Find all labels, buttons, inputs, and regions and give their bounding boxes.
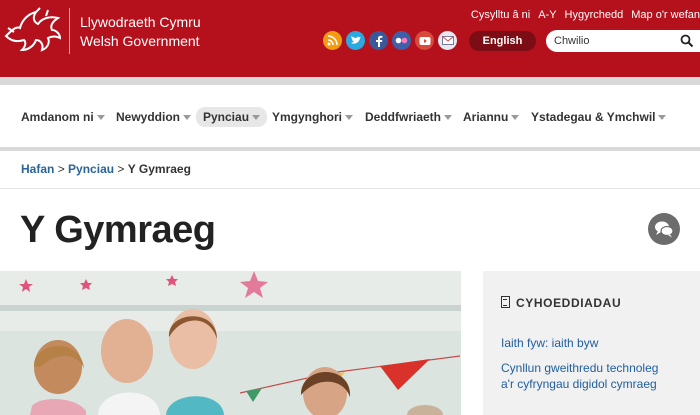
hero-photo <box>0 271 461 415</box>
nav-item-news[interactable]: Newyddion <box>116 107 192 127</box>
accessibility-link[interactable]: Hygyrchedd <box>565 9 624 21</box>
chevron-down-icon <box>96 115 105 121</box>
nav-item-label: Ymgynghori <box>272 110 343 124</box>
a-z-link[interactable]: A-Y <box>538 9 556 21</box>
site-header: Llywodraeth Cymru Welsh Government Cysyl… <box>0 0 700 77</box>
rss-icon[interactable] <box>323 31 342 50</box>
search-icon[interactable] <box>680 34 694 48</box>
publications-heading-label: CYHOEDDIADAU <box>516 296 622 310</box>
publication-link-label: Cynllun gweithredu technoleg <box>501 361 659 375</box>
nav-item-consultations[interactable]: Ymgynghori <box>272 107 354 127</box>
breadcrumb-topics-link[interactable]: Pynciau <box>68 162 114 176</box>
youtube-icon[interactable] <box>415 31 434 50</box>
header-divider <box>0 77 700 85</box>
publication-link[interactable]: Iaith fyw: iaith byw <box>501 335 598 351</box>
chevron-down-icon <box>658 115 667 121</box>
family-photo-image <box>0 271 461 415</box>
facebook-icon[interactable] <box>369 31 388 50</box>
logo-english-name[interactable]: Welsh Government <box>80 33 200 49</box>
nav-item-label: Pynciau <box>203 110 250 124</box>
breadcrumb-separator: > <box>117 162 125 176</box>
logo-welsh-name[interactable]: Llywodraeth Cymru <box>80 14 201 30</box>
chevron-down-icon <box>511 115 520 121</box>
main-navigation: Amdanom ni Newyddion Pynciau Ymgynghori … <box>0 85 700 147</box>
logo-divider <box>69 8 70 54</box>
publication-link-label: a'r cyfryngau digidol cymraeg <box>501 377 657 391</box>
search-box <box>546 30 700 52</box>
nav-item-label: Amdanom ni <box>21 110 94 124</box>
nav-item-topics[interactable]: Pynciau <box>196 107 268 127</box>
twitter-icon[interactable] <box>346 31 365 50</box>
nav-item-label: Newyddion <box>116 110 181 124</box>
nav-divider <box>0 147 700 151</box>
nav-item-label: Ariannu <box>463 110 509 124</box>
social-links <box>323 31 461 50</box>
search-input[interactable] <box>554 33 674 49</box>
publication-link[interactable]: Cynllun gweithredu technoleg a'r cyfryng… <box>501 360 658 392</box>
chevron-down-icon <box>444 115 453 121</box>
chevron-down-icon <box>252 115 261 121</box>
breadcrumb-separator: > <box>57 162 65 176</box>
chevron-down-icon <box>183 115 192 121</box>
language-toggle-button[interactable]: English <box>469 31 536 51</box>
breadcrumb-divider <box>0 188 700 189</box>
nav-item-about[interactable]: Amdanom ni <box>21 107 105 127</box>
flickr-icon[interactable] <box>392 31 411 50</box>
publication-link-label: Iaith fyw: iaith byw <box>501 336 599 350</box>
welsh-dragon-logo-icon[interactable] <box>2 6 64 56</box>
breadcrumb-home-link[interactable]: Hafan <box>21 162 54 176</box>
nav-item-label: Ystadegau & Ymchwil <box>531 110 656 124</box>
breadcrumb: Hafan > Pynciau > Y Gymraeg <box>21 162 191 176</box>
email-icon[interactable] <box>438 31 457 50</box>
nav-item-legislation[interactable]: Deddfwriaeth <box>365 107 453 127</box>
speech-bubbles-icon <box>655 221 674 238</box>
chevron-down-icon <box>345 115 354 121</box>
publications-sidebar: CYHOEDDIADAU Iaith fyw: iaith byw Cynllu… <box>483 271 700 415</box>
page-title: Y Gymraeg <box>20 209 216 251</box>
comment-button[interactable] <box>648 213 680 245</box>
contact-link[interactable]: Cysylltu â ni <box>471 9 530 21</box>
publications-heading: CYHOEDDIADAU <box>501 296 621 310</box>
nav-item-statistics[interactable]: Ystadegau & Ymchwil <box>531 107 667 127</box>
utility-links: Cysylltu â ni A-Y Hygyrchedd Map o'r wefan <box>463 9 700 21</box>
sitemap-link[interactable]: Map o'r wefan <box>631 9 700 21</box>
nav-item-label: Deddfwriaeth <box>365 110 442 124</box>
nav-item-funding[interactable]: Ariannu <box>463 107 520 127</box>
breadcrumb-current: Y Gymraeg <box>127 162 191 176</box>
document-icon <box>501 296 510 308</box>
